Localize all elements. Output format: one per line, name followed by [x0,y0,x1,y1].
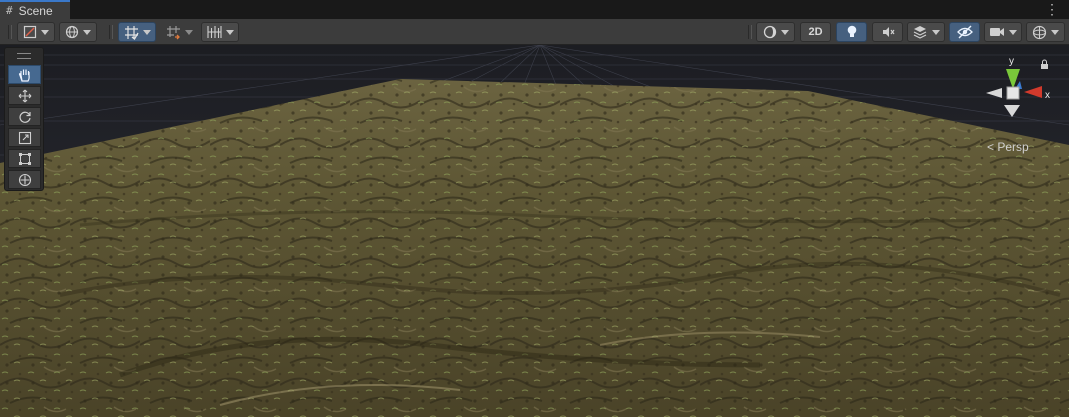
increment-snap-icon [166,25,180,39]
scene-viewport[interactable]: y x < Persp [0,45,1069,417]
chevron-down-icon [932,29,940,35]
rotate-tool[interactable] [8,107,41,126]
lighting-toggle-button[interactable] [836,22,867,42]
tab-scene[interactable]: # Scene [0,0,70,19]
gizmo-center-cube[interactable] [1006,86,1020,100]
increment-snap-button[interactable] [160,22,198,42]
chevron-down-icon [225,29,234,35]
transform-tool[interactable] [8,170,41,189]
lock-icon[interactable] [1041,59,1048,69]
more-vertical-icon[interactable]: ⋮ [1045,1,1059,17]
tab-bar: # Scene ⋮ [0,0,1069,19]
chevron-down-icon [780,29,789,35]
chevron-down-icon [41,29,49,35]
tab-label: Scene [18,3,53,18]
layers-icon [913,26,927,39]
grid-snap-icon [124,25,139,40]
eye-slash-icon [956,25,973,39]
toolbar-grip [8,25,12,39]
transform-icon [18,173,31,186]
scene-render [0,45,1069,417]
draw-mode-button[interactable] [17,22,55,42]
x-axis-label: x [1045,90,1050,101]
scale-icon [18,131,31,144]
grid-visibility-button[interactable] [201,22,239,42]
neg-x-axis-cone[interactable] [986,88,1002,98]
palette-drag-handle[interactable] [17,53,31,59]
hash-icon: # [6,4,13,17]
grid-icon [206,26,222,38]
audio-mute-icon [882,27,894,37]
rect-tool[interactable] [8,149,41,168]
shading-sphere-icon [763,25,776,39]
move-icon [18,89,31,102]
toolbar-grip [748,25,752,39]
chevron-down-icon [1009,29,1017,35]
chevron-down-icon [184,29,193,35]
move-tool[interactable] [8,86,41,105]
gizmos-button[interactable] [1026,22,1065,42]
light-bulb-icon [847,25,856,37]
gizmo-sphere-icon [1032,25,1047,39]
hand-icon [18,69,30,82]
grid-snapping-button[interactable] [118,22,156,42]
visibility-toggle-button[interactable] [949,22,980,42]
effects-button[interactable] [907,22,945,42]
hand-tool[interactable] [8,65,41,84]
2d-label: 2D [808,26,823,38]
rect-icon [18,152,31,165]
y-axis-label: y [1009,56,1014,67]
2d-toggle-button[interactable]: 2D [800,22,831,42]
rotate-icon [19,111,31,123]
draw-mode-icon [23,25,37,39]
chevron-down-icon [83,29,91,35]
scene-toolbar: 2D [0,19,1069,45]
globe-icon [65,25,79,39]
chevron-down-icon [142,29,151,35]
chevron-down-icon [1051,29,1059,35]
scale-tool[interactable] [8,128,41,147]
camera-icon [990,28,1004,36]
x-axis-cone[interactable] [1024,86,1042,98]
projection-label[interactable]: < Persp [987,140,1029,154]
tool-palette [4,47,44,191]
orientation-gizmo[interactable]: y x [982,53,1062,143]
camera-button[interactable] [984,22,1022,42]
toolbar-grip [109,25,113,39]
neg-y-axis-cone[interactable] [1004,105,1020,117]
shading-mode-button[interactable] [756,22,795,42]
scene-window: # Scene ⋮ 2D y x < Persp [0,0,1069,417]
audio-toggle-button[interactable] [872,22,903,42]
global-local-button[interactable] [59,22,97,42]
